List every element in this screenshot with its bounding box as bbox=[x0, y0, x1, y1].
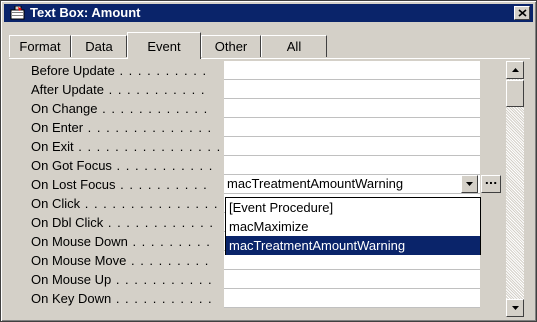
tab-event[interactable]: Event bbox=[127, 32, 201, 59]
on-lost-focus-combo[interactable]: macTreatmentAmountWarning bbox=[224, 175, 480, 194]
property-label: On Got Focus bbox=[31, 158, 112, 173]
property-label: On Mouse Up bbox=[31, 272, 112, 287]
close-icon bbox=[517, 9, 527, 17]
property-row-on-key-down: On Key Down . . . . . . . . . . . bbox=[25, 289, 503, 308]
property-row-on-enter: On Enter . . . . . . . . . . . . . . bbox=[25, 118, 503, 137]
property-value-field[interactable] bbox=[224, 137, 480, 156]
property-label: On Lost Focus bbox=[31, 177, 116, 192]
scroll-up-button[interactable] bbox=[506, 61, 524, 79]
tab-panel-edge bbox=[9, 58, 530, 59]
property-label: On Click bbox=[31, 196, 81, 211]
property-row-before-update: Before Update . . . . . . . . . . bbox=[25, 61, 503, 80]
property-label: On Dbl Click bbox=[31, 215, 104, 230]
property-sheet-window: Text Box: Amount Format Data Event Other… bbox=[0, 0, 537, 322]
properties-icon bbox=[10, 6, 25, 20]
arrow-down-icon bbox=[511, 306, 519, 310]
tab-format[interactable]: Format bbox=[9, 35, 71, 57]
property-label: On Enter bbox=[31, 120, 84, 135]
dropdown-option-mac-maximize[interactable]: macMaximize bbox=[226, 217, 480, 236]
dropdown-option-event-procedure[interactable]: [Event Procedure] bbox=[226, 198, 480, 217]
property-value-field[interactable] bbox=[224, 156, 480, 175]
scroll-down-button[interactable] bbox=[506, 299, 524, 317]
vertical-scrollbar[interactable] bbox=[506, 61, 524, 317]
property-row-on-got-focus: On Got Focus . . . . . . . . . . . bbox=[25, 156, 503, 175]
property-row-on-exit: On Exit . . . . . . . . . . . . . . . . bbox=[25, 137, 503, 156]
property-label: On Mouse Move bbox=[31, 253, 127, 268]
tab-other[interactable]: Other bbox=[201, 35, 261, 57]
property-value-field[interactable] bbox=[224, 61, 480, 80]
property-value-field[interactable] bbox=[224, 99, 480, 118]
property-value-field[interactable] bbox=[224, 289, 480, 308]
property-label: On Key Down bbox=[31, 291, 112, 306]
property-value-field[interactable] bbox=[224, 118, 480, 137]
property-label: Before Update bbox=[31, 63, 115, 78]
dropdown-option-mac-treatment-amount-warning[interactable]: macTreatmentAmountWarning bbox=[226, 236, 480, 255]
chevron-down-icon bbox=[466, 182, 473, 186]
on-lost-focus-dropdown-list: [Event Procedure] macMaximize macTreatme… bbox=[225, 197, 481, 255]
property-label: On Exit bbox=[31, 139, 74, 154]
build-button[interactable]: ... bbox=[481, 175, 501, 193]
property-row-on-lost-focus: On Lost Focus . . . . . . . . . . macTre… bbox=[25, 175, 503, 194]
scrollbar-thumb[interactable] bbox=[506, 80, 524, 107]
arrow-up-icon bbox=[511, 68, 519, 72]
property-label: On Change bbox=[31, 101, 98, 116]
property-grid: Before Update . . . . . . . . . . After … bbox=[25, 61, 503, 317]
property-row-after-update: After Update . . . . . . . . . . . bbox=[25, 80, 503, 99]
property-row-on-change: On Change . . . . . . . . . . . . bbox=[25, 99, 503, 118]
property-row-on-mouse-up: On Mouse Up . . . . . . . . . . . bbox=[25, 270, 503, 289]
property-label: After Update bbox=[31, 82, 104, 97]
combo-dropdown-button[interactable] bbox=[461, 175, 478, 193]
window-title: Text Box: Amount bbox=[30, 5, 141, 20]
tab-all[interactable]: All bbox=[261, 35, 327, 57]
tab-data[interactable]: Data bbox=[71, 35, 127, 57]
property-label: On Mouse Down bbox=[31, 234, 128, 249]
property-value-field[interactable] bbox=[224, 80, 480, 99]
close-button[interactable] bbox=[514, 6, 530, 20]
property-tabs: Format Data Event Other All bbox=[9, 32, 529, 59]
property-value-field[interactable] bbox=[224, 270, 480, 289]
title-bar[interactable]: Text Box: Amount bbox=[4, 4, 533, 22]
